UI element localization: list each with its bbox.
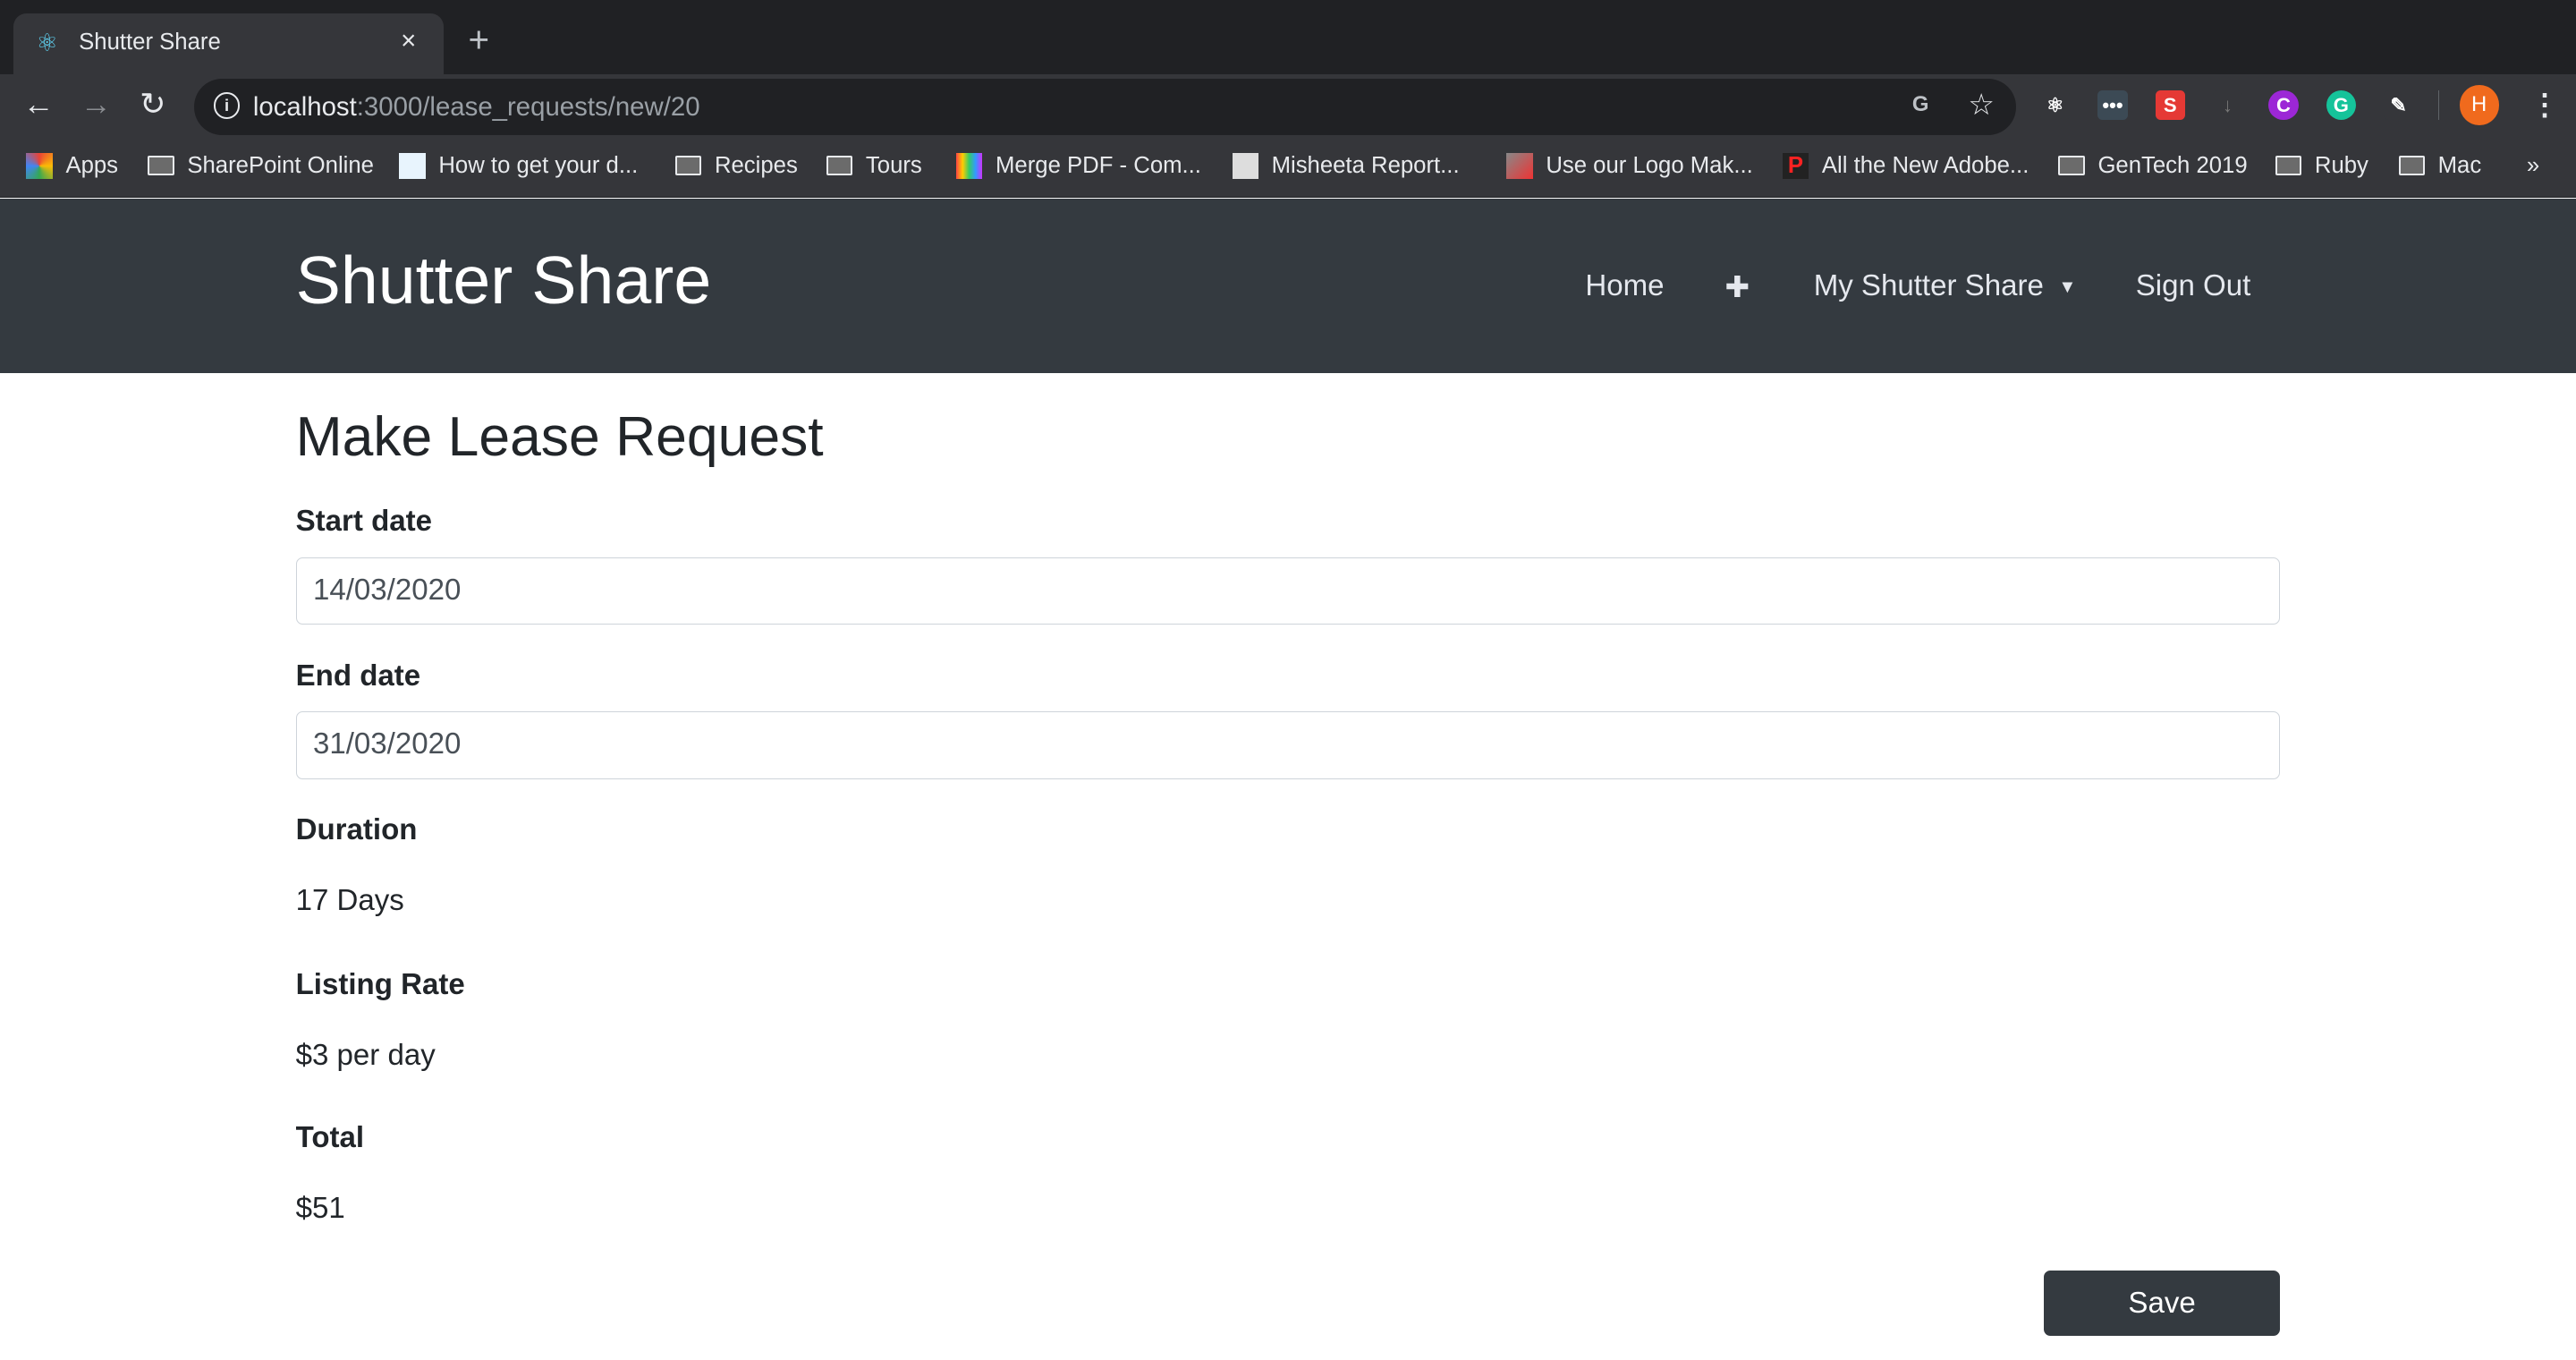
- end-date-label: End date: [295, 659, 421, 693]
- bookmark-item[interactable]: Misheeta Report...: [1232, 152, 1460, 180]
- bookmark-label: Use our Logo Mak...: [1546, 152, 1753, 178]
- lastpass-icon[interactable]: •••: [2097, 90, 2128, 121]
- translate-icon[interactable]: G: [1912, 92, 1929, 117]
- bookmark-star-icon[interactable]: ☆: [1968, 87, 1995, 123]
- start-date-label: Start date: [295, 504, 433, 538]
- folder-icon: [826, 156, 853, 176]
- logo-maker-icon: [1506, 152, 1533, 180]
- bookmarks-bar: Apps SharePoint Online How to get your d..…: [0, 136, 2576, 199]
- browser-tab[interactable]: ⚛ Shutter Share ×: [13, 13, 444, 74]
- bookmark-label: SharePoint Online: [187, 152, 374, 178]
- bookmarks-overflow-button[interactable]: »: [2527, 153, 2539, 179]
- url-text[interactable]: localhost:3000/lease_requests/new/20: [253, 92, 700, 123]
- bookmark-item[interactable]: GenTech 2019: [2058, 152, 2248, 179]
- bookmark-item[interactable]: Mac: [2398, 152, 2482, 179]
- brand-logo-link[interactable]: Shutter Share: [296, 242, 712, 319]
- apps-grid-icon: [26, 152, 53, 180]
- total-label: Total: [295, 1120, 365, 1154]
- folder-icon: [148, 156, 174, 176]
- bookmark-label: Ruby: [2314, 152, 2368, 178]
- bookmark-label: Tours: [865, 152, 922, 178]
- eyedropper-icon[interactable]: ✎: [2384, 90, 2414, 121]
- tab-close-icon[interactable]: ×: [401, 26, 416, 56]
- bookmark-label: Recipes: [714, 152, 798, 178]
- tab-title: Shutter Share: [79, 30, 221, 55]
- duration-label: Duration: [295, 813, 418, 847]
- bookmark-item[interactable]: P All the New Adobe...: [1782, 152, 2029, 180]
- bookmark-item[interactable]: Use our Logo Mak...: [1506, 152, 1753, 180]
- profile-avatar[interactable]: H: [2459, 85, 2499, 125]
- bookmark-item[interactable]: Tours: [826, 153, 922, 179]
- download-icon[interactable]: ↓: [2213, 90, 2243, 121]
- nav-sign-out[interactable]: Sign Out: [2136, 269, 2251, 303]
- browser-toolbar: ← → ↻ i localhost:3000/lease_requests/ne…: [0, 73, 2576, 137]
- url-path: :3000/lease_requests/new/20: [356, 91, 700, 122]
- listing-rate-value: $3 per day: [295, 1038, 436, 1072]
- folder-icon: [2398, 156, 2425, 176]
- end-date-input[interactable]: 31/03/2020: [295, 711, 2281, 779]
- misheeta-icon: [1232, 152, 1258, 180]
- bookmark-label: Merge PDF - Com...: [996, 152, 1201, 178]
- listing-rate-label: Listing Rate: [295, 967, 465, 1001]
- c-extension-icon[interactable]: C: [2268, 90, 2299, 121]
- grammarly-icon[interactable]: G: [2326, 90, 2356, 121]
- bookmark-label: Misheeta Report...: [1271, 152, 1460, 178]
- bookmark-label: How to get your d...: [438, 152, 639, 178]
- nav-my-shutter-share-dropdown[interactable]: My Shutter Share ▼: [1814, 269, 2077, 303]
- site-navbar: Shutter Share Home ✚ My Shutter Share ▼ …: [0, 199, 2576, 373]
- back-icon[interactable]: ←: [23, 87, 55, 123]
- folder-icon: [2275, 156, 2302, 176]
- start-date-input[interactable]: 14/03/2020: [295, 557, 2281, 625]
- address-bar[interactable]: i localhost:3000/lease_requests/new/20 G…: [193, 79, 2016, 135]
- bookmark-item[interactable]: Ruby: [2275, 153, 2368, 179]
- bookmark-label: Mac: [2437, 152, 2482, 178]
- save-button[interactable]: Save: [2043, 1270, 2281, 1337]
- merge-pdf-icon: [955, 152, 983, 180]
- folder-icon: [674, 156, 702, 176]
- reload-icon[interactable]: ↻: [140, 87, 165, 123]
- bookmark-label: GenTech 2019: [2097, 152, 2248, 178]
- bookmark-item[interactable]: SharePoint Online: [148, 153, 374, 179]
- add-listing-icon[interactable]: ✚: [1725, 269, 1750, 305]
- browser-menu-icon[interactable]: ⋮: [2530, 87, 2560, 123]
- react-devtools-icon[interactable]: ⚛: [2040, 90, 2071, 121]
- folder-icon: [2058, 156, 2085, 176]
- bookmark-label: Apps: [65, 152, 119, 178]
- nav-home[interactable]: Home: [1585, 269, 1664, 303]
- bookmark-item[interactable]: How to get your d...: [399, 152, 639, 180]
- dropdown-label: My Shutter Share: [1813, 269, 2044, 303]
- bookmark-label: All the New Adobe...: [1821, 152, 2029, 178]
- toolbar-divider: [2437, 90, 2440, 121]
- duration-value: 17 Days: [295, 884, 404, 918]
- forward-icon[interactable]: →: [80, 87, 112, 123]
- react-favicon-icon: ⚛: [36, 29, 59, 57]
- bookmark-item[interactable]: Apps: [26, 152, 119, 180]
- url-host: localhost: [252, 91, 357, 122]
- new-tab-button[interactable]: +: [468, 21, 489, 57]
- caret-down-icon: ▼: [2058, 276, 2077, 297]
- page-title: Make Lease Request: [295, 404, 824, 468]
- page-icon: [399, 152, 426, 180]
- bookmark-item[interactable]: Merge PDF - Com...: [955, 152, 1201, 180]
- total-value: $51: [295, 1191, 345, 1225]
- s-extension-icon[interactable]: S: [2155, 90, 2185, 121]
- site-info-icon[interactable]: i: [213, 91, 241, 119]
- browser-tab-strip: ⚛ Shutter Share × +: [0, 0, 2576, 74]
- p-logo-icon: P: [1782, 152, 1809, 180]
- bookmark-item[interactable]: Recipes: [674, 152, 798, 179]
